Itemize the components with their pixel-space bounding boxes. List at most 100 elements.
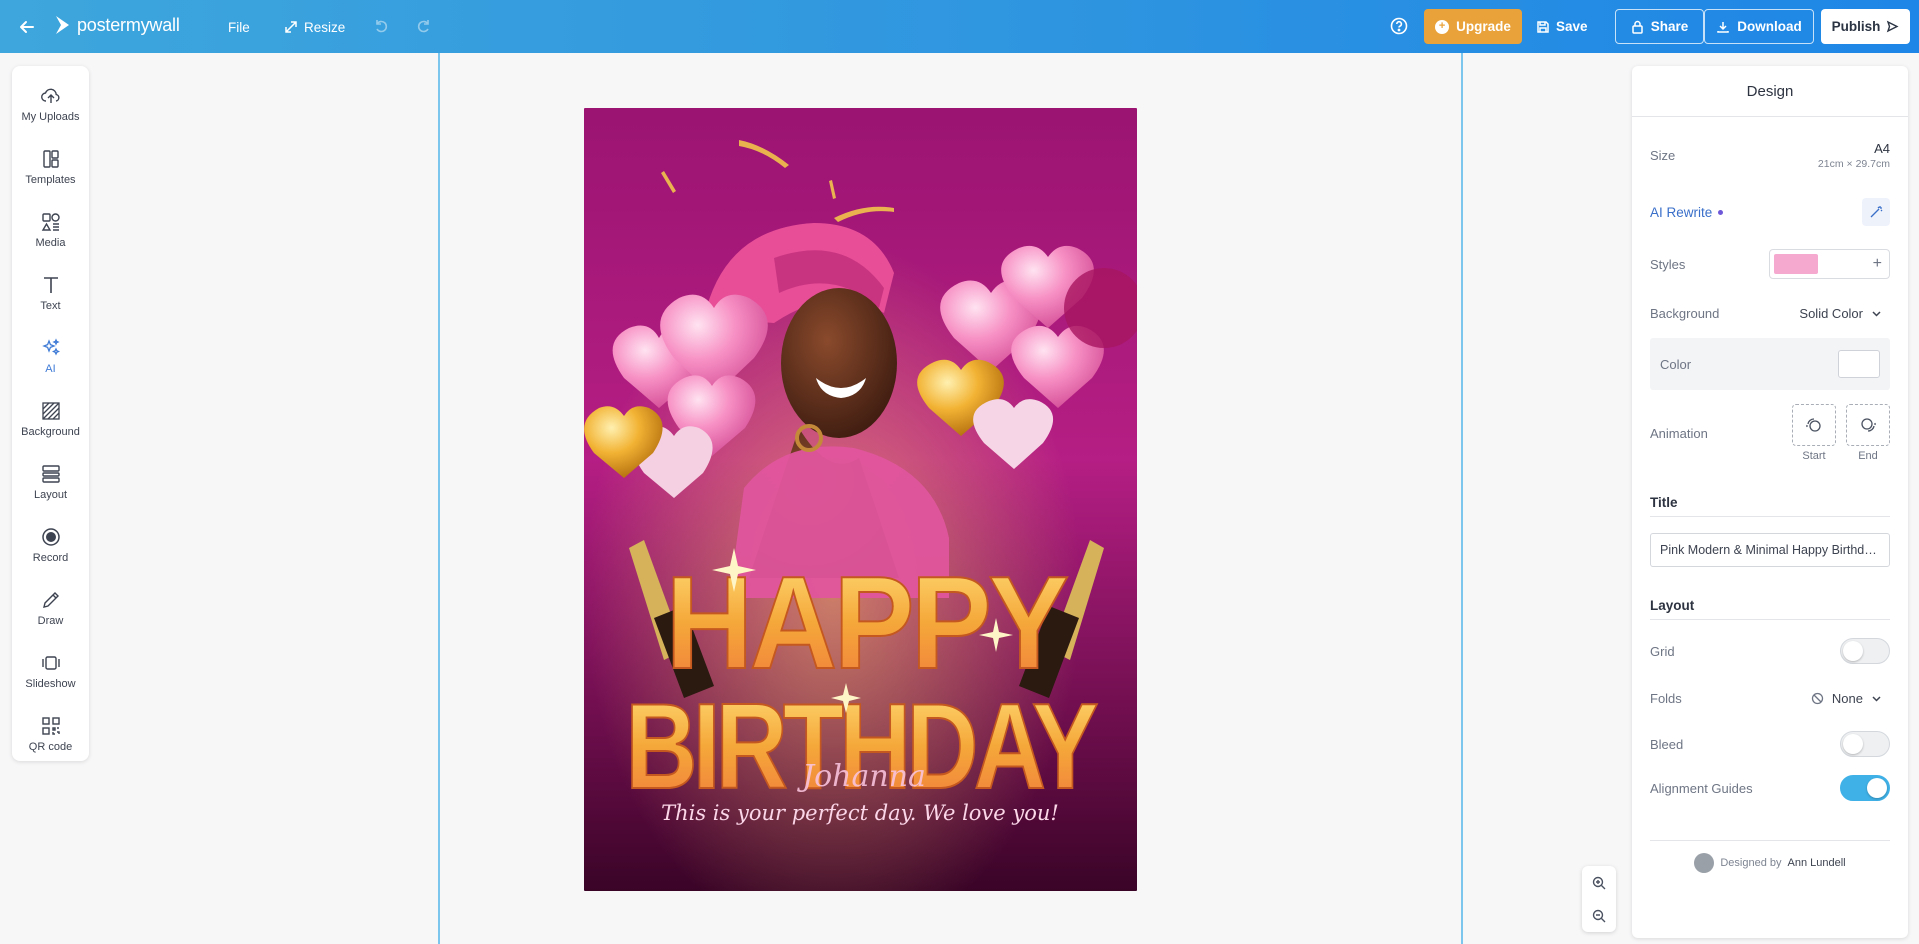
undo-icon[interactable] <box>370 15 392 37</box>
send-icon <box>1887 20 1899 33</box>
background-row[interactable]: Background Solid Color <box>1650 298 1890 328</box>
upgrade-icon: + <box>1435 19 1450 34</box>
tool-label: Record <box>32 552 69 564</box>
bleed-label: Bleed <box>1650 736 1684 752</box>
folds-dropdown[interactable]: None <box>1811 691 1882 706</box>
avatar <box>1694 853 1715 873</box>
add-style-icon[interactable]: + <box>1873 255 1882 273</box>
background-value: Solid Color <box>1799 305 1863 321</box>
anim-start-icon[interactable] <box>1792 404 1836 446</box>
download-button[interactable]: Download <box>1704 9 1814 44</box>
tool-templates[interactable]: Templates <box>12 139 89 195</box>
file-menu-label: File <box>228 19 250 35</box>
help-icon[interactable] <box>1389 16 1409 36</box>
tool-label: Slideshow <box>25 678 76 690</box>
resize-icon <box>285 21 297 33</box>
title-input[interactable]: Pink Modern & Minimal Happy Birthday Pos… <box>1650 533 1890 567</box>
alignment-guides-toggle[interactable] <box>1840 775 1890 801</box>
background-dropdown[interactable]: Solid Color <box>1799 306 1882 321</box>
layout-icon <box>41 465 60 483</box>
alignment-guides-label: Alignment Guides <box>1650 780 1753 796</box>
styles-row: Styles + <box>1650 249 1890 279</box>
publish-button[interactable]: Publish <box>1821 9 1910 44</box>
tool-label: Layout <box>33 489 68 501</box>
tool-draw[interactable]: Draw <box>12 580 89 636</box>
resize-button[interactable]: Resize <box>284 14 345 40</box>
animation-row: Animation Start End <box>1650 404 1890 462</box>
file-menu-button[interactable]: File <box>228 14 250 40</box>
background-icon <box>41 402 60 420</box>
top-bar: postermywall File Resize + Upgrade Save … <box>0 0 1919 53</box>
size-row[interactable]: Size A4 21cm × 29.7cm <box>1650 138 1890 172</box>
tool-label: My Uploads <box>21 111 80 123</box>
anim-end-icon[interactable] <box>1846 404 1890 446</box>
tool-media[interactable]: Media <box>12 202 89 258</box>
title-section-heading: Title <box>1650 495 1678 510</box>
back-arrow-icon[interactable] <box>14 14 40 40</box>
text-icon <box>43 277 58 293</box>
anim-start-label: Start <box>1802 450 1826 462</box>
tool-text[interactable]: Text <box>12 265 89 321</box>
zoom-in-icon[interactable] <box>1582 866 1616 899</box>
left-toolbar: My Uploads Templates Media Text AI Backg… <box>12 66 89 761</box>
poster-name: Johanna <box>796 759 926 794</box>
download-icon <box>1717 21 1729 33</box>
save-button[interactable]: Save <box>1536 9 1588 44</box>
panel-title: Design <box>1632 66 1908 117</box>
tool-qr-code[interactable]: QR code <box>12 706 89 762</box>
tool-label: Draw <box>37 615 64 627</box>
grid-row: Grid <box>1650 636 1890 666</box>
background-label: Background <box>1650 305 1720 321</box>
color-swatch[interactable] <box>1838 350 1880 378</box>
upgrade-button[interactable]: + Upgrade <box>1424 9 1522 44</box>
ai-rewrite-link[interactable]: AI Rewrite <box>1650 205 1724 220</box>
size-dimensions: 21cm × 29.7cm <box>1817 157 1890 170</box>
templates-icon <box>42 150 59 168</box>
zoom-out-icon[interactable] <box>1582 899 1616 932</box>
share-button[interactable]: Share <box>1615 9 1704 44</box>
lock-icon <box>1631 20 1643 34</box>
tool-label: Background <box>21 426 80 438</box>
designed-by-prefix: Designed by <box>1720 857 1782 869</box>
cloud-upload-icon <box>40 88 59 103</box>
no-fold-icon <box>1811 692 1824 704</box>
resize-label: Resize <box>304 19 346 35</box>
color-label: Color <box>1660 356 1692 372</box>
anim-start-option[interactable]: Start <box>1792 404 1836 462</box>
record-icon <box>41 528 60 546</box>
tool-ai[interactable]: AI <box>12 328 89 384</box>
anim-end-option[interactable]: End <box>1846 404 1890 462</box>
bleed-toggle[interactable] <box>1840 731 1890 757</box>
tool-label: Media <box>35 237 66 249</box>
new-dot-icon <box>1718 209 1724 215</box>
ai-rewrite-row[interactable]: AI Rewrite <box>1650 197 1890 227</box>
tool-label: Templates <box>25 174 76 186</box>
footer-divider <box>1650 840 1890 841</box>
designer-name-link[interactable]: Ann Lundell <box>1788 857 1846 869</box>
tool-layout[interactable]: Layout <box>12 454 89 510</box>
styles-picker[interactable]: + <box>1769 249 1890 279</box>
save-label: Save <box>1556 19 1588 34</box>
tool-slideshow[interactable]: Slideshow <box>12 643 89 699</box>
upgrade-label: Upgrade <box>1456 19 1511 34</box>
title-section-divider <box>1650 516 1890 517</box>
logo-text: postermywall <box>77 14 180 35</box>
redo-icon[interactable] <box>413 15 435 37</box>
sparkles-icon <box>41 338 60 356</box>
grid-toggle[interactable] <box>1840 638 1890 664</box>
bleed-row: Bleed <box>1650 729 1890 759</box>
download-label: Download <box>1737 19 1802 34</box>
chevron-down-icon <box>1872 310 1881 317</box>
poster-canvas[interactable]: HAPPY BIRTHDAY Johanna This is your perf… <box>584 108 1137 891</box>
style-swatch[interactable] <box>1774 254 1818 274</box>
pencil-icon <box>42 592 59 608</box>
poster-tagline: This is your perfect day. We love you! <box>661 801 1059 825</box>
slideshow-icon <box>41 656 60 670</box>
size-value-group: A4 21cm × 29.7cm <box>1818 141 1890 170</box>
app-logo[interactable]: postermywall <box>52 14 180 36</box>
magic-wand-icon[interactable] <box>1862 198 1890 226</box>
tool-record[interactable]: Record <box>12 517 89 573</box>
tool-background[interactable]: Background <box>12 391 89 447</box>
grid-label: Grid <box>1650 643 1675 659</box>
tool-my-uploads[interactable]: My Uploads <box>12 76 89 132</box>
